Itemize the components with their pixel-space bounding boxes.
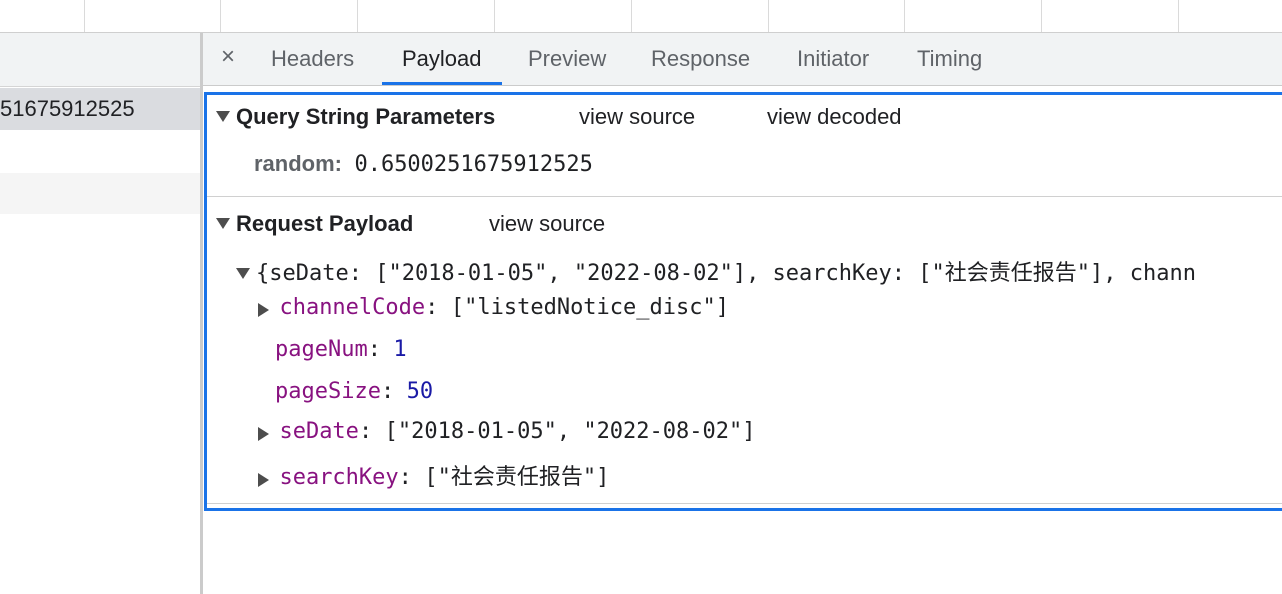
payload-field-value: 50 bbox=[406, 379, 434, 404]
payload-field-colon: : bbox=[367, 337, 381, 362]
pane-resize-handle[interactable] bbox=[200, 33, 203, 594]
close-icon[interactable]: × bbox=[221, 45, 235, 69]
timeline-gridline bbox=[904, 0, 905, 32]
request-list: 51675912525 bbox=[0, 33, 200, 594]
payload-object-summary[interactable]: {seDate: ["2018-01-05", "2022-08-02"], s… bbox=[236, 255, 1196, 287]
timeline-strip bbox=[0, 0, 1282, 33]
expand-triangle-icon[interactable] bbox=[216, 217, 230, 229]
tab-headers[interactable]: Headers bbox=[271, 33, 354, 85]
section-divider bbox=[207, 503, 1282, 504]
request-row-selected[interactable]: 51675912525 bbox=[0, 88, 200, 130]
focus-outline-top bbox=[204, 92, 1282, 95]
payload-view-source-link[interactable]: view source bbox=[489, 211, 605, 237]
payload-field-key: channelCode bbox=[279, 295, 426, 320]
timeline-gridline bbox=[357, 0, 358, 32]
expand-arrow-icon[interactable] bbox=[258, 302, 269, 317]
tab-initiator[interactable]: Initiator bbox=[797, 33, 869, 85]
request-list-header[interactable] bbox=[0, 33, 200, 87]
query-param-value: 0.6500251675912525 bbox=[354, 152, 593, 177]
tab-response[interactable]: Response bbox=[651, 33, 750, 85]
query-view-source-link[interactable]: view source bbox=[579, 104, 695, 130]
payload-field-row[interactable]: seDate: ["2018-01-05", "2022-08-02"] bbox=[258, 419, 756, 444]
query-params-header[interactable]: Query String Parameters bbox=[216, 104, 495, 130]
payload-field-row: pageSize: 50 bbox=[275, 379, 433, 404]
payload-field-key: seDate bbox=[279, 419, 359, 444]
tab-preview[interactable]: Preview bbox=[528, 33, 606, 85]
payload-field-row[interactable]: channelCode: ["listedNotice_disc"] bbox=[258, 295, 729, 320]
expand-arrow-icon[interactable] bbox=[258, 426, 269, 441]
request-payload-title: Request Payload bbox=[236, 211, 414, 236]
timeline-gridline bbox=[631, 0, 632, 32]
timeline-gridline bbox=[768, 0, 769, 32]
tab-payload[interactable]: Payload bbox=[382, 33, 502, 85]
timeline-gridline bbox=[84, 0, 85, 32]
payload-field-colon: : bbox=[380, 379, 395, 404]
payload-field-value: ["2018-01-05", "2022-08-02"] bbox=[384, 419, 756, 444]
payload-field-row: pageNum: 1 bbox=[275, 337, 407, 362]
detail-tab-bar: × Headers Payload Preview Response Initi… bbox=[203, 33, 1282, 86]
query-param-key: random: bbox=[254, 151, 342, 176]
query-view-decoded-link[interactable]: view decoded bbox=[767, 104, 902, 130]
payload-field-row[interactable]: searchKey: ["社会责任报告"] bbox=[258, 459, 609, 491]
payload-field-key: pageNum bbox=[275, 337, 368, 362]
timeline-gridline bbox=[1041, 0, 1042, 32]
section-divider bbox=[207, 196, 1282, 197]
request-row[interactable] bbox=[0, 173, 200, 214]
focus-outline-bottom bbox=[204, 508, 1282, 511]
payload-field-value: ["社会责任报告"] bbox=[424, 465, 610, 490]
payload-field-key: searchKey bbox=[279, 465, 399, 490]
payload-field-colon: : bbox=[425, 295, 439, 320]
query-params-title: Query String Parameters bbox=[236, 104, 496, 129]
expand-triangle-icon[interactable] bbox=[236, 268, 250, 280]
expand-triangle-icon[interactable] bbox=[216, 110, 230, 122]
payload-summary-text: {seDate: ["2018-01-05", "2022-08-02"], s… bbox=[256, 261, 1196, 286]
payload-field-value: 1 bbox=[393, 337, 407, 362]
query-param-row: random: 0.6500251675912525 bbox=[254, 151, 593, 177]
payload-field-value: ["listedNotice_disc"] bbox=[450, 295, 730, 320]
focus-outline-left bbox=[204, 92, 207, 510]
timeline-gridline bbox=[1178, 0, 1179, 32]
request-payload-header[interactable]: Request Payload bbox=[216, 211, 413, 237]
payload-field-colon: : bbox=[358, 419, 373, 444]
timeline-gridline bbox=[220, 0, 221, 32]
tab-timing[interactable]: Timing bbox=[917, 33, 982, 85]
payload-field-key: pageSize bbox=[275, 379, 381, 404]
timeline-gridline bbox=[494, 0, 495, 32]
expand-arrow-icon[interactable] bbox=[258, 472, 269, 487]
payload-field-colon: : bbox=[398, 465, 412, 490]
